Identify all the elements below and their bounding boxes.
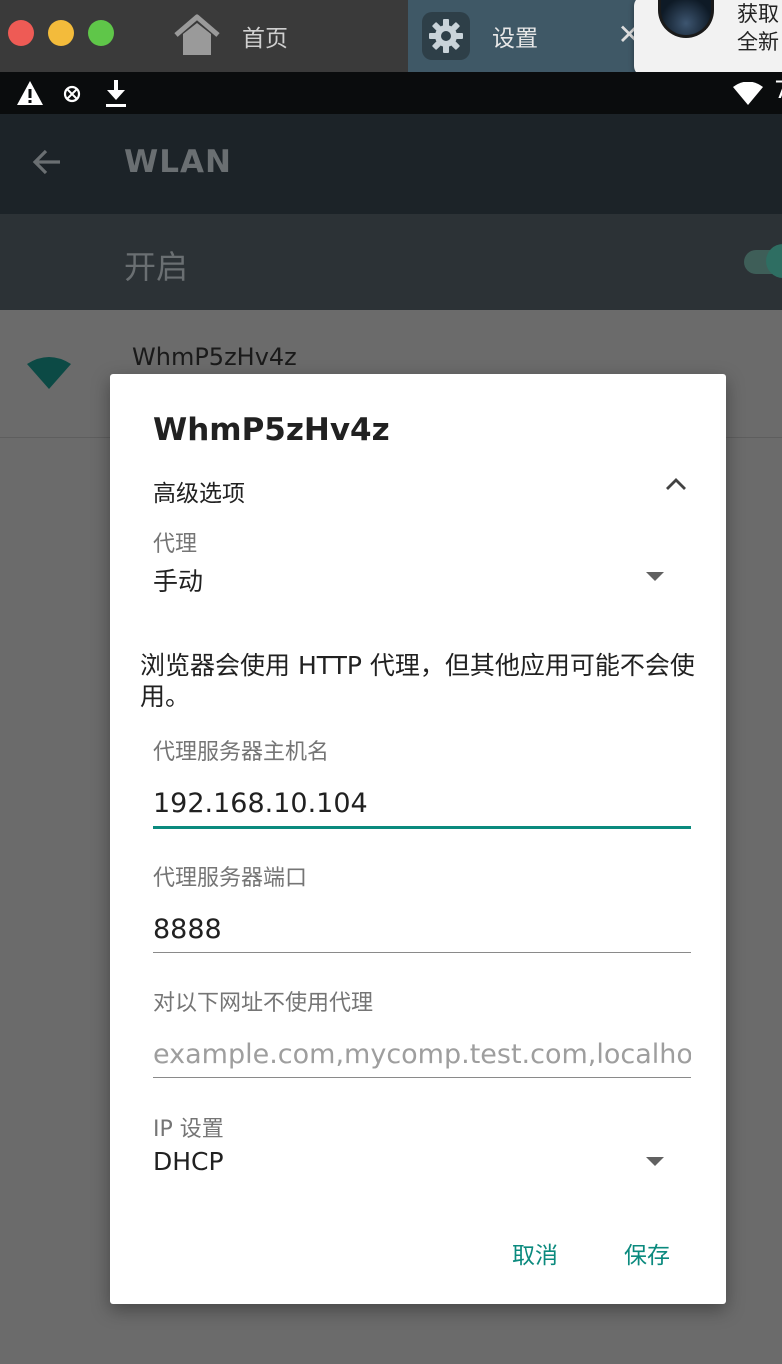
ip-settings-select[interactable]: DHCP [153, 1147, 224, 1176]
proxy-host-input[interactable] [153, 780, 691, 828]
chevron-down-icon[interactable] [646, 572, 664, 581]
wlan-switch-bar[interactable]: 开启 [0, 214, 782, 310]
no-data-icon [63, 85, 81, 103]
dialog-title: WhmP5zHv4z [153, 412, 390, 448]
close-window-button[interactable] [8, 20, 34, 46]
minimize-window-button[interactable] [48, 20, 74, 46]
page-title: WLAN [124, 144, 232, 180]
status-right-text: 7 [774, 76, 782, 104]
proxy-label: 代理 [153, 532, 198, 557]
bypass-input[interactable] [153, 1031, 691, 1079]
tab-settings[interactable]: 设置 ✕ [408, 0, 643, 72]
chevron-up-icon[interactable] [664, 476, 688, 492]
tab-home-label: 首页 [242, 26, 288, 52]
warning-icon [17, 81, 43, 105]
chevron-down-icon[interactable] [646, 1157, 664, 1166]
back-arrow-icon[interactable] [30, 144, 66, 180]
proxy-host-label: 代理服务器主机名 [153, 740, 330, 765]
wifi-icon [27, 357, 71, 389]
bypass-underline [153, 1077, 691, 1078]
app-toolbar: WLAN [0, 114, 782, 214]
proxy-port-underline [153, 952, 691, 953]
network-name: WhmP5zHv4z [132, 343, 297, 371]
notification-text: 获取 全新 [737, 0, 779, 56]
notification-line-2: 全新 [737, 30, 779, 54]
notification-avatar [658, 0, 714, 38]
wlan-switch-label: 开启 [124, 248, 189, 286]
home-icon [174, 14, 220, 55]
cancel-button[interactable]: 取消 [512, 1236, 558, 1270]
proxy-port-input[interactable] [153, 906, 691, 954]
gear-icon [422, 12, 470, 60]
wifi-signal-icon [733, 82, 763, 105]
save-button[interactable]: 保存 [624, 1236, 670, 1270]
zoom-window-button[interactable] [88, 20, 114, 46]
status-bar: 7 [0, 72, 782, 114]
advanced-options-label[interactable]: 高级选项 [153, 474, 245, 508]
tab-home[interactable]: 首页 [160, 0, 406, 72]
ip-settings-label: IP 设置 [153, 1117, 224, 1142]
download-icon [106, 80, 126, 107]
proxy-port-label: 代理服务器端口 [153, 866, 308, 891]
proxy-host-underline [153, 826, 691, 829]
browser-tab-bar: 首页 设置 ✕ 获取 全新 [0, 0, 782, 76]
network-config-dialog: WhmP5zHv4z 高级选项 代理 手动 浏览器会使用 HTTP 代理，但其他… [110, 374, 726, 1304]
window-controls [8, 20, 114, 46]
proxy-select[interactable]: 手动 [153, 562, 203, 598]
bypass-label: 对以下网址不使用代理 [153, 991, 374, 1016]
notification-popup[interactable]: 获取 全新 [634, 0, 782, 76]
notification-line-1: 获取 [737, 2, 779, 26]
tab-settings-label: 设置 [492, 26, 538, 52]
proxy-note: 浏览器会使用 HTTP 代理，但其他应用可能不会使用。 [140, 651, 695, 711]
